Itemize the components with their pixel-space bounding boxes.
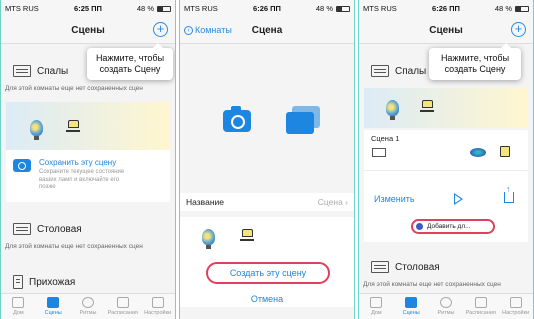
settings-icon xyxy=(151,297,164,308)
status-bar: MTS RUS 6:25 ПП 48 % xyxy=(1,0,175,18)
divider xyxy=(364,170,528,171)
sensor-icon xyxy=(470,148,486,157)
tab-bar: Дом Сцены Ритмы Расписания Настройки xyxy=(1,293,175,319)
save-scene-link[interactable]: Сохранить эту сцену xyxy=(39,158,116,167)
room-name: Спалы xyxy=(395,65,427,77)
gallery-icon[interactable] xyxy=(286,106,320,134)
room-name: Спалы xyxy=(37,65,69,77)
camera-icon xyxy=(13,159,31,172)
no-scenes-note: Для этой комнаты еще нет сохраненных сце… xyxy=(363,281,501,288)
mug-icon xyxy=(500,146,510,157)
bulb-icon xyxy=(386,100,399,120)
tab-scenes[interactable]: Сцены xyxy=(394,294,429,319)
battery-indicator: 48 % xyxy=(137,4,171,13)
room-name: Столовая xyxy=(37,223,82,235)
name-label: Название xyxy=(186,197,224,207)
rhythms-icon xyxy=(81,297,94,308)
schedules-icon xyxy=(116,297,129,308)
scenes-icon xyxy=(47,297,60,308)
add-widget-label: Добавить дл... xyxy=(427,223,471,230)
tab-settings[interactable]: Настройки xyxy=(140,294,175,319)
scene-name: Сцена 1 xyxy=(371,134,400,143)
lamp-icon xyxy=(66,120,80,132)
screen-new-scene: MTS RUS 6:26 ПП 48 % ‹ Комнаты Сцена Назв… xyxy=(179,0,355,319)
tab-schedules[interactable]: Расписания xyxy=(105,294,140,319)
screen-scene-saved: MTS RUS 6:26 ПП 48 % Сцены + Нажмите, чт… xyxy=(358,0,534,319)
page-title: Сцена xyxy=(251,25,283,36)
battery-icon xyxy=(336,5,350,12)
add-scene-button[interactable]: + xyxy=(153,22,168,37)
lamp-icon[interactable] xyxy=(240,229,254,241)
room-header-dining: Столовая xyxy=(1,218,175,240)
page-title: Сцены xyxy=(429,25,463,36)
play-icon[interactable] xyxy=(454,193,463,205)
create-scene-button[interactable]: Создать эту сцену xyxy=(206,262,330,284)
tab-rhythms[interactable]: Ритмы xyxy=(71,294,106,319)
nav-bar: ‹ Комнаты Сцена xyxy=(180,18,354,44)
bed-icon xyxy=(371,65,389,77)
create-scene-tooltip: Нажмите, чтобы создать Сцену xyxy=(87,43,173,80)
dining-icon xyxy=(13,223,31,235)
battery-indicator: 48 % xyxy=(316,4,350,13)
room-name: Столовая xyxy=(395,261,440,273)
lamp-icon xyxy=(420,100,434,112)
scene-name-row[interactable]: Название Сцена › xyxy=(180,193,354,211)
no-scenes-note: Для этой комнаты еще нет сохраненных сце… xyxy=(5,243,143,250)
settings-icon xyxy=(509,297,522,308)
room-name: Прихожая xyxy=(29,276,76,288)
page-title: Сцены xyxy=(71,25,105,36)
camera-icon[interactable] xyxy=(223,106,251,132)
add-scene-button[interactable]: + xyxy=(511,22,526,37)
battery-percent: 48 % xyxy=(315,4,333,13)
tab-bar: Дом Сцены Ритмы Расписания Настройки xyxy=(359,293,533,319)
bed-icon xyxy=(13,65,31,77)
share-icon[interactable] xyxy=(504,184,514,203)
home-icon xyxy=(370,297,383,308)
bed-icon xyxy=(372,148,386,157)
add-widget-button[interactable]: Добавить дл... xyxy=(411,219,495,234)
status-bar: MTS RUS 6:26 ПП 48 % xyxy=(359,0,533,18)
schedules-icon xyxy=(474,297,487,308)
nav-bar: Сцены + xyxy=(359,18,533,44)
room-header-hall: Прихожая xyxy=(1,272,175,292)
save-scene-card[interactable]: Сохранить эту сцену Сохраните текущее со… xyxy=(6,102,170,202)
tab-scenes[interactable]: Сцены xyxy=(36,294,71,319)
widget-icon xyxy=(416,223,423,230)
no-scenes-note: Для этой комнаты еще нет сохраненных сце… xyxy=(5,85,143,92)
status-bar: MTS RUS 6:26 ПП 48 % xyxy=(180,0,354,18)
lights-preview-card xyxy=(364,88,528,128)
rhythms-icon xyxy=(439,297,452,308)
scene-card[interactable]: Сцена 1 Изменить Добавить дл... xyxy=(364,130,528,242)
bulb-icon[interactable] xyxy=(202,229,215,249)
room-header-dining: Столовая xyxy=(359,256,533,278)
save-scene-description: Сохраните текущее состояние ваших ламп и… xyxy=(39,169,125,190)
nav-bar: Сцены + xyxy=(1,18,175,44)
battery-percent: 48 % xyxy=(494,4,512,13)
battery-indicator: 48 % xyxy=(495,4,529,13)
create-scene-tooltip: Нажмите, чтобы создать Сцену xyxy=(429,43,521,80)
door-icon xyxy=(13,275,23,289)
screen-scenes-list: MTS RUS 6:25 ПП 48 % Сцены + Нажмите, чт… xyxy=(0,0,176,319)
battery-icon xyxy=(157,5,171,12)
tab-rhythms[interactable]: Ритмы xyxy=(429,294,464,319)
dining-icon xyxy=(371,261,389,273)
scenes-icon xyxy=(405,297,418,308)
cancel-button[interactable]: Отмена xyxy=(180,294,354,304)
name-value: Сцена › xyxy=(317,197,348,207)
tab-home[interactable]: Дом xyxy=(1,294,36,319)
battery-percent: 48 % xyxy=(136,4,154,13)
tab-schedules[interactable]: Расписания xyxy=(463,294,498,319)
home-icon xyxy=(12,297,25,308)
edit-button[interactable]: Изменить xyxy=(374,194,415,204)
bulb-icon xyxy=(30,120,43,140)
tab-home[interactable]: Дом xyxy=(359,294,394,319)
tab-settings[interactable]: Настройки xyxy=(498,294,533,319)
battery-icon xyxy=(515,5,529,12)
